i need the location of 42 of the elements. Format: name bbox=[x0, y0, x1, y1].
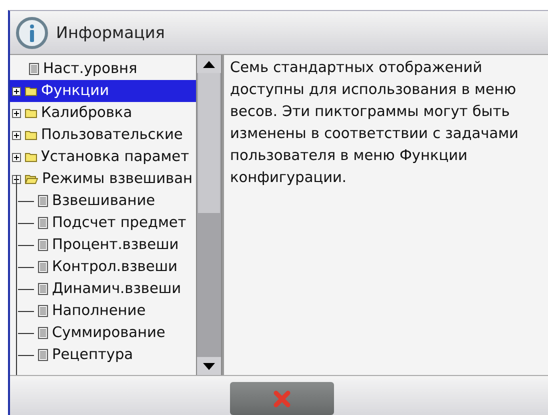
tree-item[interactable]: Установка парамет bbox=[10, 146, 196, 168]
tree-item[interactable]: Взвешивание bbox=[10, 190, 196, 212]
tree-item[interactable]: Контрол.взвеши bbox=[10, 256, 196, 278]
page-icon bbox=[38, 217, 48, 229]
page-icon bbox=[38, 283, 48, 295]
folder-icon bbox=[25, 130, 37, 140]
page-icon bbox=[38, 195, 48, 207]
tree-item[interactable]: Наст.уровня bbox=[10, 58, 196, 80]
collapse-icon[interactable] bbox=[12, 174, 21, 184]
tree-item[interactable]: Динамич.взвеши bbox=[10, 278, 196, 300]
tree-item[interactable]: Пользовательские bbox=[10, 124, 196, 146]
description-text: Семь стандартных отображений доступны для использования в меню весов. Эти пиктограммы могут быть изменены в соответствии с задачами пользователя в меню Функции конфигурации. bbox=[222, 55, 548, 375]
page-icon bbox=[38, 327, 48, 339]
up-arrow-icon bbox=[203, 60, 215, 68]
close-icon bbox=[273, 390, 291, 408]
folder-icon bbox=[25, 174, 38, 184]
down-arrow-icon bbox=[203, 362, 215, 370]
expand-icon[interactable] bbox=[12, 86, 21, 96]
page-icon bbox=[29, 63, 39, 75]
folder-icon bbox=[25, 152, 37, 162]
info-icon bbox=[16, 16, 48, 48]
page-icon bbox=[38, 305, 48, 317]
scrollbar-thumb[interactable] bbox=[198, 73, 220, 213]
tree-item[interactable]: Калибровка bbox=[10, 102, 196, 124]
tree-item[interactable]: Подсчет предмет bbox=[10, 212, 196, 234]
window-title: Информация bbox=[56, 23, 165, 42]
page-icon bbox=[38, 261, 48, 273]
expand-icon[interactable] bbox=[12, 108, 21, 118]
scroll-down-button[interactable] bbox=[197, 357, 221, 375]
expand-icon[interactable] bbox=[12, 152, 21, 162]
tree-item[interactable]: Режимы взвешиван bbox=[10, 168, 196, 190]
page-icon bbox=[38, 239, 48, 251]
tree-item[interactable]: Процент.взвеши bbox=[10, 234, 196, 256]
scroll-up-button[interactable] bbox=[197, 55, 221, 73]
tree-item[interactable]: Суммирование bbox=[10, 322, 196, 344]
tree-item[interactable]: Рецептура bbox=[10, 344, 196, 366]
tree-item[interactable]: Функции bbox=[10, 80, 196, 102]
tree-item[interactable]: Наполнение bbox=[10, 300, 196, 322]
folder-icon bbox=[25, 108, 37, 118]
expand-icon[interactable] bbox=[12, 130, 21, 140]
page-icon bbox=[38, 349, 48, 361]
folder-icon bbox=[25, 86, 37, 96]
